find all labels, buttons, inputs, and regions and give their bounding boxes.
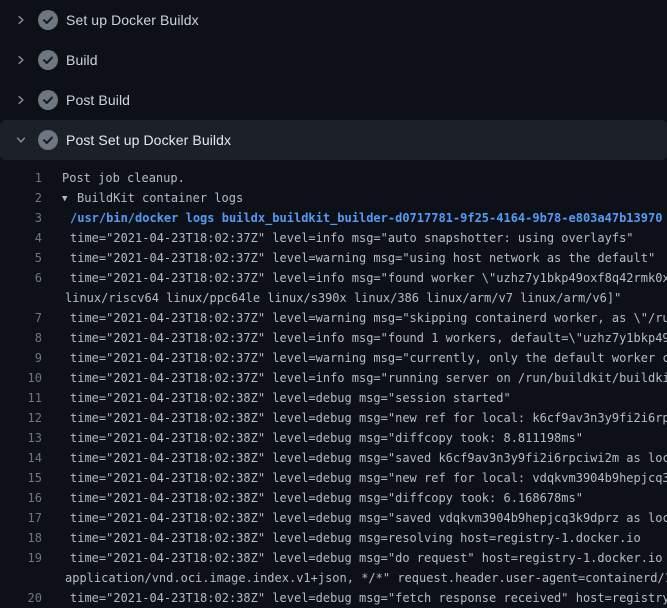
- log-line-text: linux/riscv64 linux/ppc64le linux/s390x …: [42, 288, 667, 308]
- log-line-number[interactable]: 20: [0, 588, 42, 608]
- step-title: Post Set up Docker Buildx: [66, 132, 231, 148]
- log-line-text: time="2021-04-23T18:02:37Z" level=info m…: [42, 268, 667, 288]
- log-line: 9time="2021-04-23T18:02:37Z" level=warni…: [0, 348, 667, 368]
- chevron-down-icon: [13, 132, 29, 148]
- chevron-right-icon: [13, 52, 29, 68]
- chevron-right-icon: [13, 92, 29, 108]
- log-line-number[interactable]: 17: [0, 508, 42, 528]
- steps-list: Set up Docker Buildx Build Post Build Post …: [0, 0, 667, 160]
- log-line-number[interactable]: 19: [0, 548, 42, 568]
- log-line: 17time="2021-04-23T18:02:38Z" level=debu…: [0, 508, 667, 528]
- log-line-text: time="2021-04-23T18:02:37Z" level=info m…: [42, 328, 667, 348]
- log-line-number[interactable]: 14: [0, 448, 42, 468]
- step-header-post-set-up-docker-buildx[interactable]: Post Set up Docker Buildx: [0, 120, 667, 160]
- log-line-text: time="2021-04-23T18:02:38Z" level=debug …: [42, 448, 667, 468]
- log-line-number[interactable]: 18: [0, 528, 42, 548]
- log-line: 20time="2021-04-23T18:02:38Z" level=debu…: [0, 588, 667, 608]
- log-line-number[interactable]: 9: [0, 348, 42, 368]
- log-line-number[interactable]: 1: [0, 168, 42, 188]
- log-line: 7time="2021-04-23T18:02:37Z" level=warni…: [0, 308, 667, 328]
- log-line: application/vnd.oci.image.index.v1+json,…: [0, 568, 667, 588]
- log-line: 1Post job cleanup.: [0, 168, 667, 188]
- log-line-text: time="2021-04-23T18:02:38Z" level=debug …: [42, 528, 667, 548]
- log-line-number[interactable]: 10: [0, 368, 42, 388]
- log-line-text: time="2021-04-23T18:02:37Z" level=warnin…: [42, 348, 667, 368]
- log-line-text: time="2021-04-23T18:02:37Z" level=info m…: [42, 368, 667, 388]
- check-circle-icon: [38, 50, 58, 70]
- log-viewer: 1Post job cleanup.2 ▼ BuildKit container l…: [0, 160, 667, 608]
- log-line-text: time="2021-04-23T18:02:38Z" level=debug …: [42, 468, 667, 488]
- log-line-number[interactable]: 8: [0, 328, 42, 348]
- log-line-number[interactable]: 15: [0, 468, 42, 488]
- log-line-number[interactable]: 2: [0, 188, 42, 208]
- log-line-number[interactable]: 4: [0, 228, 42, 248]
- log-line-number: [0, 288, 42, 308]
- log-line: 11time="2021-04-23T18:02:38Z" level=debu…: [0, 388, 667, 408]
- log-line-text: time="2021-04-23T18:02:38Z" level=debug …: [42, 548, 667, 568]
- check-circle-icon: [38, 130, 58, 150]
- group-collapse-triangle-icon[interactable]: ▼: [62, 189, 72, 208]
- log-command-text: /usr/bin/docker logs buildx_buildkit_bui…: [42, 208, 667, 228]
- log-line-number[interactable]: 7: [0, 308, 42, 328]
- log-line-text: time="2021-04-23T18:02:38Z" level=debug …: [42, 428, 667, 448]
- log-line: 2 ▼ BuildKit container logs: [0, 188, 667, 208]
- log-line-text: time="2021-04-23T18:02:38Z" level=debug …: [42, 388, 667, 408]
- log-line: 6time="2021-04-23T18:02:37Z" level=info …: [0, 268, 667, 288]
- log-line-number[interactable]: 3: [0, 208, 42, 228]
- step-title: Post Build: [66, 92, 130, 108]
- log-line: 15time="2021-04-23T18:02:38Z" level=debu…: [0, 468, 667, 488]
- step-title: Build: [66, 52, 98, 68]
- step-title: Set up Docker Buildx: [66, 12, 199, 28]
- log-line-text: time="2021-04-23T18:02:37Z" level=info m…: [42, 228, 667, 248]
- log-line-number[interactable]: 11: [0, 388, 42, 408]
- step-header-build[interactable]: Build: [0, 40, 667, 80]
- log-line-number: [0, 568, 42, 588]
- log-line: 14time="2021-04-23T18:02:38Z" level=debu…: [0, 448, 667, 468]
- log-line: linux/riscv64 linux/ppc64le linux/s390x …: [0, 288, 667, 308]
- log-line: 8time="2021-04-23T18:02:37Z" level=info …: [0, 328, 667, 348]
- log-line: 16time="2021-04-23T18:02:38Z" level=debu…: [0, 488, 667, 508]
- check-circle-icon: [38, 90, 58, 110]
- log-line-number[interactable]: 12: [0, 408, 42, 428]
- log-line-text: Post job cleanup.: [42, 168, 667, 188]
- chevron-right-icon: [13, 12, 29, 28]
- log-line-number[interactable]: 16: [0, 488, 42, 508]
- log-line-number[interactable]: 13: [0, 428, 42, 448]
- log-line: 10time="2021-04-23T18:02:37Z" level=info…: [0, 368, 667, 388]
- log-line-text: application/vnd.oci.image.index.v1+json,…: [42, 568, 667, 588]
- log-line: 3/usr/bin/docker logs buildx_buildkit_bu…: [0, 208, 667, 228]
- log-line-text: time="2021-04-23T18:02:37Z" level=warnin…: [42, 308, 667, 328]
- log-line-text: time="2021-04-23T18:02:38Z" level=debug …: [42, 488, 667, 508]
- step-header-set-up-docker-buildx[interactable]: Set up Docker Buildx: [0, 0, 667, 40]
- log-line: 12time="2021-04-23T18:02:38Z" level=debu…: [0, 408, 667, 428]
- log-group-title[interactable]: BuildKit container logs: [77, 191, 243, 205]
- log-line: 19time="2021-04-23T18:02:38Z" level=debu…: [0, 548, 667, 568]
- log-line-number[interactable]: 5: [0, 248, 42, 268]
- log-line: 4time="2021-04-23T18:02:37Z" level=info …: [0, 228, 667, 248]
- log-line: 18time="2021-04-23T18:02:38Z" level=debu…: [0, 528, 667, 548]
- log-line-text: time="2021-04-23T18:02:37Z" level=warnin…: [42, 248, 667, 268]
- log-line-text[interactable]: ▼ BuildKit container logs: [42, 188, 667, 208]
- log-line-text: time="2021-04-23T18:02:38Z" level=debug …: [42, 588, 667, 608]
- step-header-post-build[interactable]: Post Build: [0, 80, 667, 120]
- log-line: 13time="2021-04-23T18:02:38Z" level=debu…: [0, 428, 667, 448]
- log-line: 5time="2021-04-23T18:02:37Z" level=warni…: [0, 248, 667, 268]
- check-circle-icon: [38, 10, 58, 30]
- log-line-text: time="2021-04-23T18:02:38Z" level=debug …: [42, 408, 667, 428]
- log-line-number[interactable]: 6: [0, 268, 42, 288]
- log-line-text: time="2021-04-23T18:02:38Z" level=debug …: [42, 508, 667, 528]
